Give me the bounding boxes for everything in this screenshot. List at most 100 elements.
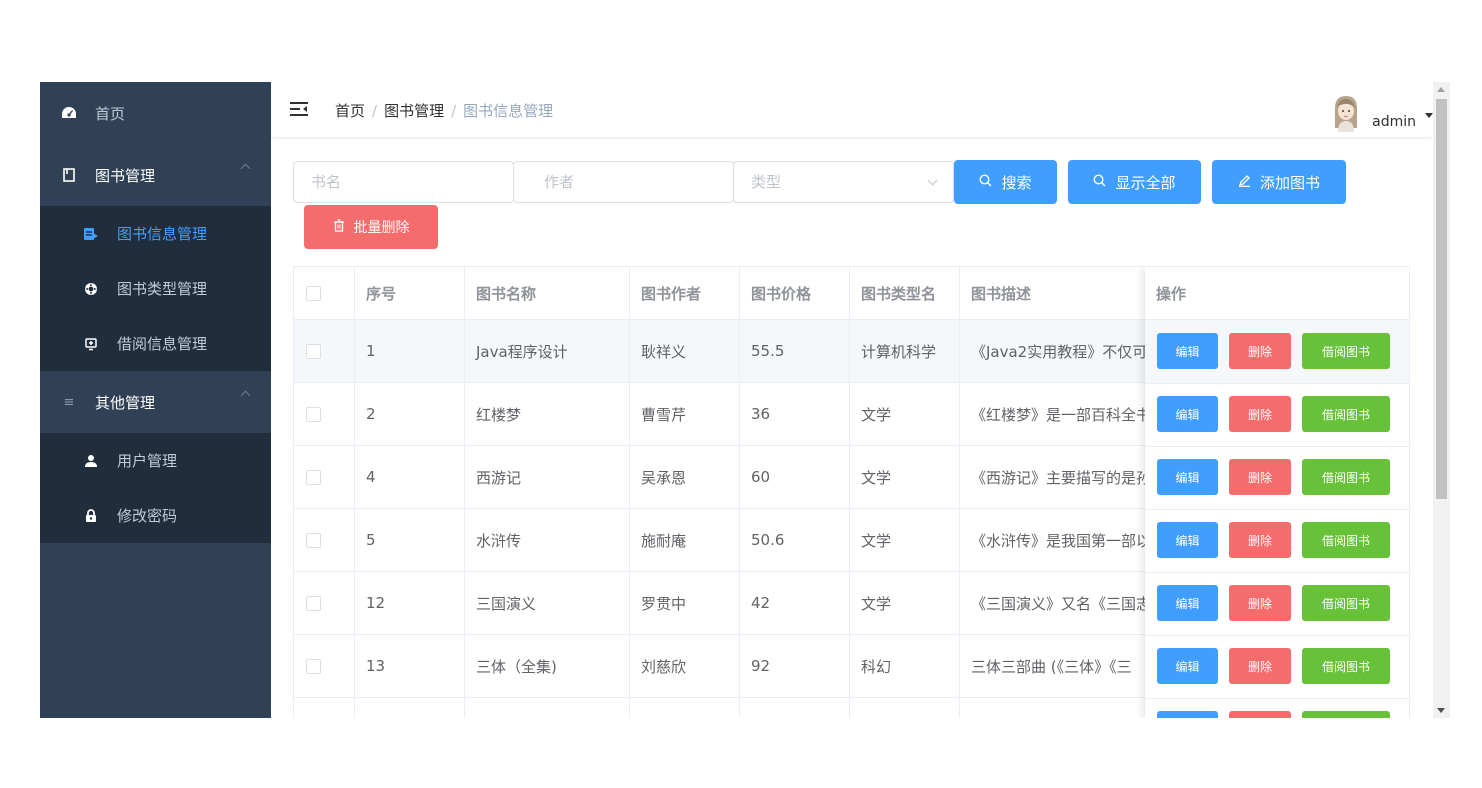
batch-delete-button-label: 批量删除 <box>353 220 410 236</box>
actions-row: 编辑 删除 借阅图书 <box>1145 635 1409 699</box>
header-actions: 操作 <box>1145 267 1409 320</box>
cell-author: 刘慈欣 <box>630 635 740 698</box>
breadcrumb-separator: / <box>451 101 457 120</box>
borrow-button[interactable] <box>1302 711 1390 718</box>
sidebar-item-other-management[interactable]: ≡ 其他管理 <box>40 371 271 433</box>
select-cell <box>294 635 355 698</box>
show-all-button-label: 显示全部 <box>1115 173 1176 192</box>
row-checkbox[interactable] <box>306 595 321 611</box>
cell-id: 12 <box>355 572 465 635</box>
cell-price: 42 <box>740 572 850 635</box>
row-checkbox[interactable] <box>306 469 321 485</box>
cell-id: 4 <box>355 446 465 509</box>
book-info-icon <box>82 227 100 241</box>
select-all-checkbox[interactable] <box>306 285 321 301</box>
sidebar-item-change-password[interactable]: 修改密码 <box>40 488 271 543</box>
edit-button[interactable]: 编辑 <box>1157 648 1218 684</box>
cell-desc: 《Java2实用教程》不仅可 <box>960 320 1145 383</box>
row-checkbox[interactable] <box>306 658 321 674</box>
navbar: 首页 / 图书管理 / 图书信息管理 admin <box>271 82 1433 138</box>
borrow-button[interactable]: 借阅图书 <box>1302 522 1390 558</box>
username[interactable]: admin <box>1372 114 1416 130</box>
edit-button[interactable]: 编辑 <box>1157 522 1218 558</box>
avatar[interactable] <box>1326 92 1366 132</box>
type-select-input[interactable] <box>733 161 954 203</box>
author-input[interactable] <box>513 161 734 203</box>
actions-row: 编辑 删除 借阅图书 <box>1145 320 1409 384</box>
delete-button[interactable]: 删除 <box>1229 459 1291 495</box>
edit-button[interactable]: 编辑 <box>1157 585 1218 621</box>
row-checkbox[interactable] <box>306 343 321 359</box>
search-icon <box>979 173 992 191</box>
borrow-button[interactable]: 借阅图书 <box>1302 648 1390 684</box>
sidebar-item-home[interactable]: 首页 <box>40 82 271 144</box>
sidebar-item-book-management[interactable]: 图书管理 <box>40 144 271 206</box>
book-name-input[interactable] <box>293 161 514 203</box>
borrow-button[interactable]: 借阅图书 <box>1302 585 1390 621</box>
edit-button[interactable] <box>1157 711 1218 718</box>
header-type: 图书类型名 <box>850 267 960 320</box>
borrow-button[interactable]: 借阅图书 <box>1302 333 1390 369</box>
borrow-button[interactable]: 借阅图书 <box>1302 396 1390 432</box>
breadcrumb-item-home[interactable]: 首页 <box>335 100 365 121</box>
sidebar-item-label: 图书类型管理 <box>117 280 208 298</box>
row-checkbox[interactable] <box>306 406 321 422</box>
caret-down-icon[interactable] <box>1425 113 1433 118</box>
edit-button[interactable]: 编辑 <box>1157 459 1218 495</box>
sidebar-item-book-info[interactable]: 图书信息管理 <box>40 206 271 261</box>
batch-delete-button[interactable]: 批量删除 <box>304 205 438 249</box>
add-book-button[interactable]: 添加图书 <box>1212 160 1346 204</box>
edit-button[interactable]: 编辑 <box>1157 333 1218 369</box>
cell-name: 三体（全集) <box>465 635 630 698</box>
sidebar-item-label: 借阅信息管理 <box>117 335 208 353</box>
delete-button[interactable] <box>1229 711 1291 718</box>
hamburger-icon[interactable] <box>290 101 308 117</box>
actions-row: 编辑 删除 借阅图书 <box>1145 383 1409 447</box>
scroll-up-icon[interactable] <box>1437 87 1445 92</box>
cell-desc: 《西游记》主要描写的是孙 <box>960 446 1145 509</box>
select-cell <box>294 383 355 446</box>
vertical-scrollbar[interactable] <box>1433 82 1450 718</box>
cell-name: 三国演义 <box>465 572 630 635</box>
breadcrumb-item-book-management[interactable]: 图书管理 <box>384 100 444 121</box>
dashboard-icon <box>60 106 78 120</box>
select-cell <box>294 320 355 383</box>
scroll-down-icon[interactable] <box>1437 708 1445 713</box>
cell-desc: 《红楼梦》是一部百科全书 <box>960 383 1145 446</box>
show-all-button[interactable]: 显示全部 <box>1068 160 1201 204</box>
cell-desc <box>960 698 1145 718</box>
borrow-button[interactable]: 借阅图书 <box>1302 459 1390 495</box>
delete-button[interactable]: 删除 <box>1229 396 1291 432</box>
edit-button[interactable]: 编辑 <box>1157 396 1218 432</box>
edit-icon <box>1238 174 1251 191</box>
delete-button[interactable]: 删除 <box>1229 585 1291 621</box>
delete-button[interactable]: 删除 <box>1229 522 1291 558</box>
cell-price: 36 <box>740 383 850 446</box>
row-checkbox[interactable] <box>306 532 321 548</box>
actions-row: 编辑 删除 借阅图书 <box>1145 572 1409 636</box>
sidebar-item-user-management[interactable]: 用户管理 <box>40 433 271 488</box>
list-icon: ≡ <box>63 394 75 410</box>
breadcrumb: 首页 / 图书管理 / 图书信息管理 <box>335 100 553 121</box>
cell-name: 西游记 <box>465 446 630 509</box>
type-select[interactable] <box>733 161 954 203</box>
cell-desc: 三体三部曲 (《三体》《三 <box>960 635 1145 698</box>
delete-button[interactable]: 删除 <box>1229 333 1291 369</box>
scrollbar-thumb[interactable] <box>1436 99 1447 499</box>
delete-button[interactable]: 删除 <box>1229 648 1291 684</box>
chevron-up-icon <box>240 163 251 174</box>
search-button[interactable]: 搜索 <box>954 160 1057 204</box>
select-cell <box>294 572 355 635</box>
user-icon <box>82 454 100 468</box>
sidebar-item-book-type[interactable]: 图书类型管理 <box>40 261 271 316</box>
user-dropdown[interactable]: admin <box>1326 90 1433 132</box>
cell-author <box>630 698 740 718</box>
operations-column: 操作 编辑 删除 借阅图书 编辑 删除 借阅图书 编辑 删除 借阅图书 编辑 删… <box>1145 267 1409 718</box>
header-id: 序号 <box>355 267 465 320</box>
sidebar-item-borrow-info[interactable]: 借阅信息管理 <box>40 316 271 371</box>
cell-price: 60 <box>740 446 850 509</box>
cell-id <box>355 698 465 718</box>
sidebar-item-label: 其他管理 <box>95 393 156 412</box>
cell-name: Java程序设计 <box>465 320 630 383</box>
cell-type: 文学 <box>850 572 960 635</box>
